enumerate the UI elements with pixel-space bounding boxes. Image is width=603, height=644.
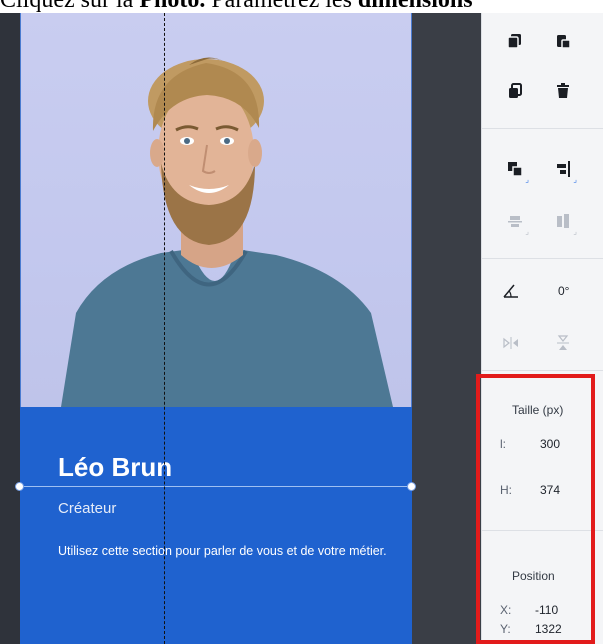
panel-divider-2 (481, 258, 603, 259)
profile-photo[interactable] (20, 13, 412, 407)
profile-text-card[interactable]: Léo Brun Créateur Utilisez cette section… (20, 407, 412, 644)
profile-name[interactable]: Léo Brun (58, 452, 172, 483)
trash-icon[interactable] (552, 80, 574, 102)
copy-icon[interactable] (504, 30, 526, 52)
duplicate-icon[interactable] (504, 80, 526, 102)
canvas-margin (0, 13, 20, 644)
portrait-illustration (61, 57, 393, 407)
distribute-icon[interactable]: ⌟ (504, 210, 529, 236)
paste-icon[interactable] (552, 30, 574, 52)
arrange-icon[interactable]: ⌟ (504, 158, 529, 184)
match-size-icon[interactable]: ⌟ (552, 210, 577, 236)
instruction-caption: Cliquez sur la Photo. Paramétrez les dim… (0, 0, 603, 13)
rotation-value[interactable]: 0° (558, 284, 569, 298)
caption-text-2: Paramétrez les (205, 0, 358, 13)
resize-handle-left[interactable] (15, 482, 24, 491)
panel-divider-3 (481, 370, 603, 371)
align-icon[interactable]: ⌟ (552, 158, 577, 184)
highlight-box (476, 374, 595, 644)
profile-role[interactable]: Créateur (58, 500, 116, 517)
resize-handle-right[interactable] (407, 482, 416, 491)
profile-description[interactable]: Utilisez cette section pour parler de vo… (58, 542, 398, 561)
panel-divider (481, 128, 603, 129)
caption-text: Cliquez sur la (0, 0, 140, 13)
selection-border (20, 486, 412, 487)
caption-bold-dimensions: dimensions (357, 0, 473, 13)
snap-guide-line (164, 13, 165, 644)
flip-horizontal-icon[interactable] (500, 332, 522, 354)
flip-vertical-icon[interactable] (552, 332, 574, 354)
rotate-angle-icon (500, 280, 522, 302)
caption-bold-photo: Photo. (139, 0, 206, 13)
